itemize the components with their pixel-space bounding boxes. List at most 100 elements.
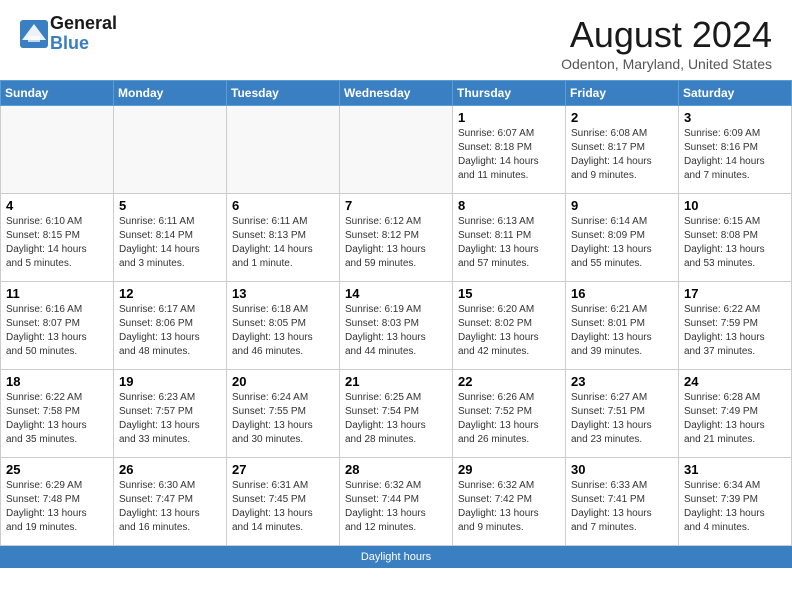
day-number: 9 bbox=[571, 198, 673, 213]
header: General Blue August 2024 Odenton, Maryla… bbox=[0, 0, 792, 80]
calendar-cell: 23Sunrise: 6:27 AM Sunset: 7:51 PM Dayli… bbox=[566, 370, 679, 458]
day-number: 6 bbox=[232, 198, 334, 213]
day-number: 5 bbox=[119, 198, 221, 213]
day-info: Sunrise: 6:07 AM Sunset: 8:18 PM Dayligh… bbox=[458, 127, 560, 183]
day-info: Sunrise: 6:11 AM Sunset: 8:13 PM Dayligh… bbox=[232, 215, 334, 271]
day-info: Sunrise: 6:34 AM Sunset: 7:39 PM Dayligh… bbox=[684, 479, 786, 535]
calendar-cell: 7Sunrise: 6:12 AM Sunset: 8:12 PM Daylig… bbox=[340, 194, 453, 282]
calendar-cell: 13 Sunrise: 6:18 AM Sunset: 8:05 PM Dayli… bbox=[227, 282, 340, 370]
day-info: Sunrise: 6:27 AM Sunset: 7:51 PM Dayligh… bbox=[571, 391, 673, 447]
day-number: 20 bbox=[232, 374, 334, 389]
day-info: Sunrise: 6:22 AM Sunset: 7:59 PM Dayligh… bbox=[684, 303, 786, 359]
day-number: 21 bbox=[345, 374, 447, 389]
day-info: Sunrise: 6:24 AM Sunset: 7:55 PM Dayligh… bbox=[232, 391, 334, 447]
day-info: Sunrise: 6:28 AM Sunset: 7:49 PM Dayligh… bbox=[684, 391, 786, 447]
calendar-cell: 19Sunrise: 6:23 AM Sunset: 7:57 PM Dayli… bbox=[114, 370, 227, 458]
calendar-cell: 28Sunrise: 6:32 AM Sunset: 7:44 PM Dayli… bbox=[340, 458, 453, 546]
col-sunday: Sunday bbox=[1, 81, 114, 106]
col-friday: Friday bbox=[566, 81, 679, 106]
calendar-cell: 1 Sunrise: 6:07 AM Sunset: 8:18 PM Daylig… bbox=[453, 106, 566, 194]
day-number: 2 bbox=[571, 110, 673, 125]
calendar-week-1: 1 Sunrise: 6:07 AM Sunset: 8:18 PM Daylig… bbox=[1, 106, 792, 194]
day-number: 14 bbox=[345, 286, 447, 301]
calendar-cell bbox=[227, 106, 340, 194]
calendar-cell: 24Sunrise: 6:28 AM Sunset: 7:49 PM Dayli… bbox=[679, 370, 792, 458]
calendar-week-3: 11 Sunrise: 6:16 AM Sunset: 8:07 PM Dayli… bbox=[1, 282, 792, 370]
calendar-cell: 5 Sunrise: 6:11 AM Sunset: 8:14 PM Daylig… bbox=[114, 194, 227, 282]
day-number: 11 bbox=[6, 286, 108, 301]
day-number: 4 bbox=[6, 198, 108, 213]
day-number: 25 bbox=[6, 462, 108, 477]
calendar-week-2: 4 Sunrise: 6:10 AM Sunset: 8:15 PM Daylig… bbox=[1, 194, 792, 282]
day-info: Sunrise: 6:30 AM Sunset: 7:47 PM Dayligh… bbox=[119, 479, 221, 535]
day-info: Sunrise: 6:33 AM Sunset: 7:41 PM Dayligh… bbox=[571, 479, 673, 535]
day-info: Sunrise: 6:16 AM Sunset: 8:07 PM Dayligh… bbox=[6, 303, 108, 359]
calendar-cell: 18 Sunrise: 6:22 AM Sunset: 7:58 PM Dayli… bbox=[1, 370, 114, 458]
location: Odenton, Maryland, United States bbox=[561, 56, 772, 72]
day-info: Sunrise: 6:14 AM Sunset: 8:09 PM Dayligh… bbox=[571, 215, 673, 271]
calendar-week-4: 18 Sunrise: 6:22 AM Sunset: 7:58 PM Dayli… bbox=[1, 370, 792, 458]
day-number: 10 bbox=[684, 198, 786, 213]
day-info: Sunrise: 6:09 AM Sunset: 8:16 PM Dayligh… bbox=[684, 127, 786, 183]
calendar-cell: 29Sunrise: 6:32 AM Sunset: 7:42 PM Dayli… bbox=[453, 458, 566, 546]
calendar-cell: 26 Sunrise: 6:30 AM Sunset: 7:47 PM Dayli… bbox=[114, 458, 227, 546]
day-info: Sunrise: 6:19 AM Sunset: 8:03 PM Dayligh… bbox=[345, 303, 447, 359]
calendar-week-5: 25Sunrise: 6:29 AM Sunset: 7:48 PM Dayli… bbox=[1, 458, 792, 546]
day-info: Sunrise: 6:13 AM Sunset: 8:11 PM Dayligh… bbox=[458, 215, 560, 271]
day-number: 18 bbox=[6, 374, 108, 389]
day-info: Sunrise: 6:17 AM Sunset: 8:06 PM Dayligh… bbox=[119, 303, 221, 359]
calendar-cell: 14 Sunrise: 6:19 AM Sunset: 8:03 PM Dayli… bbox=[340, 282, 453, 370]
day-number: 8 bbox=[458, 198, 560, 213]
day-number: 13 bbox=[232, 286, 334, 301]
day-number: 26 bbox=[119, 462, 221, 477]
day-info: Sunrise: 6:08 AM Sunset: 8:17 PM Dayligh… bbox=[571, 127, 673, 183]
day-number: 31 bbox=[684, 462, 786, 477]
calendar-cell: 9 Sunrise: 6:14 AM Sunset: 8:09 PM Daylig… bbox=[566, 194, 679, 282]
calendar-cell: 11 Sunrise: 6:16 AM Sunset: 8:07 PM Dayli… bbox=[1, 282, 114, 370]
day-info: Sunrise: 6:15 AM Sunset: 8:08 PM Dayligh… bbox=[684, 215, 786, 271]
calendar-cell: 25Sunrise: 6:29 AM Sunset: 7:48 PM Dayli… bbox=[1, 458, 114, 546]
calendar-cell: 16 Sunrise: 6:21 AM Sunset: 8:01 PM Dayli… bbox=[566, 282, 679, 370]
col-monday: Monday bbox=[114, 81, 227, 106]
calendar-cell: 31 Sunrise: 6:34 AM Sunset: 7:39 PM Dayli… bbox=[679, 458, 792, 546]
day-info: Sunrise: 6:20 AM Sunset: 8:02 PM Dayligh… bbox=[458, 303, 560, 359]
day-info: Sunrise: 6:22 AM Sunset: 7:58 PM Dayligh… bbox=[6, 391, 108, 447]
calendar-cell: 21 Sunrise: 6:25 AM Sunset: 7:54 PM Dayli… bbox=[340, 370, 453, 458]
day-info: Sunrise: 6:18 AM Sunset: 8:05 PM Dayligh… bbox=[232, 303, 334, 359]
day-number: 16 bbox=[571, 286, 673, 301]
col-wednesday: Wednesday bbox=[340, 81, 453, 106]
calendar-cell: 12 Sunrise: 6:17 AM Sunset: 8:06 PM Dayli… bbox=[114, 282, 227, 370]
logo: General Blue bbox=[20, 14, 117, 54]
day-number: 17 bbox=[684, 286, 786, 301]
calendar-cell: 8 Sunrise: 6:13 AM Sunset: 8:11 PM Daylig… bbox=[453, 194, 566, 282]
calendar-cell: 6 Sunrise: 6:11 AM Sunset: 8:13 PM Daylig… bbox=[227, 194, 340, 282]
calendar-cell: 2 Sunrise: 6:08 AM Sunset: 8:17 PM Daylig… bbox=[566, 106, 679, 194]
month-title: August 2024 bbox=[561, 14, 772, 56]
day-number: 22 bbox=[458, 374, 560, 389]
calendar-header-row: Sunday Monday Tuesday Wednesday Thursday… bbox=[1, 81, 792, 106]
col-thursday: Thursday bbox=[453, 81, 566, 106]
day-info: Sunrise: 6:10 AM Sunset: 8:15 PM Dayligh… bbox=[6, 215, 108, 271]
day-number: 19 bbox=[119, 374, 221, 389]
calendar-cell: 27Sunrise: 6:31 AM Sunset: 7:45 PM Dayli… bbox=[227, 458, 340, 546]
calendar-cell: 10 Sunrise: 6:15 AM Sunset: 8:08 PM Dayli… bbox=[679, 194, 792, 282]
logo-text: General Blue bbox=[50, 14, 117, 54]
col-tuesday: Tuesday bbox=[227, 81, 340, 106]
day-number: 7 bbox=[345, 198, 447, 213]
day-info: Sunrise: 6:25 AM Sunset: 7:54 PM Dayligh… bbox=[345, 391, 447, 447]
day-info: Sunrise: 6:32 AM Sunset: 7:42 PM Dayligh… bbox=[458, 479, 560, 535]
day-number: 30 bbox=[571, 462, 673, 477]
calendar-cell: 30 Sunrise: 6:33 AM Sunset: 7:41 PM Dayli… bbox=[566, 458, 679, 546]
day-info: Sunrise: 6:32 AM Sunset: 7:44 PM Dayligh… bbox=[345, 479, 447, 535]
day-number: 27 bbox=[232, 462, 334, 477]
day-info: Sunrise: 6:21 AM Sunset: 8:01 PM Dayligh… bbox=[571, 303, 673, 359]
title-section: August 2024 Odenton, Maryland, United St… bbox=[561, 14, 772, 72]
day-number: 15 bbox=[458, 286, 560, 301]
day-number: 1 bbox=[458, 110, 560, 125]
day-info: Sunrise: 6:26 AM Sunset: 7:52 PM Dayligh… bbox=[458, 391, 560, 447]
calendar-table: Sunday Monday Tuesday Wednesday Thursday… bbox=[0, 80, 792, 546]
col-saturday: Saturday bbox=[679, 81, 792, 106]
day-info: Sunrise: 6:11 AM Sunset: 8:14 PM Dayligh… bbox=[119, 215, 221, 271]
day-number: 12 bbox=[119, 286, 221, 301]
calendar-cell: 4 Sunrise: 6:10 AM Sunset: 8:15 PM Daylig… bbox=[1, 194, 114, 282]
